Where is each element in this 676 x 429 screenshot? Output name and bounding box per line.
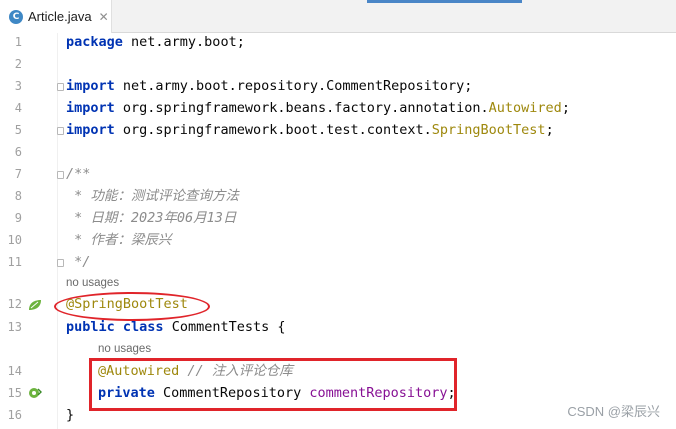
code-line-8: * 功能：测试评论查询方法 (66, 188, 239, 204)
active-scroll-indicator (367, 0, 522, 3)
editor-tab-bar: C Article.java ✕ (0, 0, 676, 33)
spring-bean-icon[interactable] (28, 299, 42, 311)
keyword: public (66, 319, 115, 335)
tab-label: Article.java (28, 9, 92, 24)
line-number: 10 (7, 233, 22, 247)
import-path: net.army.boot.repository.CommentReposito… (114, 78, 473, 94)
package-name: net.army.boot; (122, 34, 245, 50)
keyword: import (66, 100, 115, 116)
keyword: package (66, 34, 123, 50)
semicolon: ; (561, 100, 570, 116)
line-number: 5 (14, 123, 22, 137)
fold-marker-icon[interactable] (57, 259, 64, 267)
semicolon: ; (545, 122, 554, 138)
annotation-class: Autowired (488, 100, 562, 116)
code-line-11: */ (66, 254, 91, 270)
watermark: CSDN @梁辰兴 (567, 404, 660, 419)
fold-marker-icon[interactable] (57, 127, 64, 135)
line-number: 2 (14, 57, 22, 71)
line-number-gutter: 1 2 3 4 5 6 7 8 9 10 11 12 13 14 15 16 (0, 33, 58, 429)
gutter-divider (57, 33, 58, 429)
keyword: class (122, 319, 164, 335)
import-path: org.springframework.beans.factory.annota… (114, 100, 489, 116)
usages-hint[interactable]: no usages (66, 277, 119, 289)
line-number: 7 (14, 167, 22, 181)
line-number: 14 (7, 364, 22, 378)
code-line-9: * 日期：2023年06月13日 (66, 210, 237, 226)
code-line-4: import org.springframework.beans.factory… (66, 97, 570, 119)
annotation-class: SpringBootTest (431, 122, 546, 138)
close-icon[interactable]: ✕ (99, 10, 109, 24)
code-line-1: package net.army.boot; (66, 31, 245, 53)
highlight-ellipse (54, 292, 210, 321)
line-number: 13 (7, 320, 22, 334)
line-number: 3 (14, 79, 22, 93)
code-editor[interactable]: 1 2 3 4 5 6 7 8 9 10 11 12 13 14 15 16 p… (0, 33, 676, 429)
code-line-10: * 作者：梁辰兴 (66, 232, 172, 248)
line-number: 12 (7, 297, 22, 311)
fold-marker-icon[interactable] (57, 83, 64, 91)
keyword: import (66, 122, 115, 138)
line-number: 4 (14, 101, 22, 115)
usages-hint[interactable]: no usages (98, 343, 151, 355)
code-line-5: import org.springframework.boot.test.con… (66, 119, 554, 141)
code-line-7: /** (66, 166, 91, 182)
line-number: 1 (14, 35, 22, 49)
code-line-3: import net.army.boot.repository.CommentR… (66, 75, 472, 97)
import-path: org.springframework.boot.test.context. (114, 122, 432, 138)
spring-autowired-icon[interactable] (28, 387, 42, 399)
class-declaration: CommentTests { (163, 319, 286, 335)
keyword: import (66, 78, 115, 94)
highlight-box (89, 358, 457, 411)
line-number: 16 (7, 408, 22, 422)
java-class-icon: C (9, 9, 23, 24)
fold-marker-icon[interactable] (57, 171, 64, 179)
line-number: 11 (7, 255, 22, 269)
line-number: 8 (14, 189, 22, 203)
line-number: 6 (14, 145, 22, 159)
line-number: 15 (7, 386, 22, 400)
tab-article-java[interactable]: C Article.java ✕ (0, 0, 112, 33)
code-line-16: } (66, 407, 75, 423)
line-number: 9 (14, 211, 22, 225)
